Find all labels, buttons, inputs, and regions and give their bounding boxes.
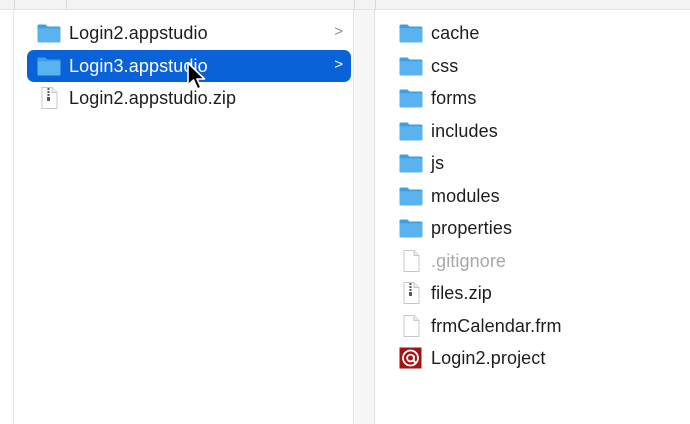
list-item[interactable]: forms > [396, 82, 690, 114]
folder-icon [36, 55, 62, 77]
item-label: properties [431, 217, 513, 238]
document-icon [398, 250, 424, 272]
zip-file-icon [398, 282, 424, 304]
list-item[interactable]: modules > [396, 180, 690, 212]
column-header-divider [375, 0, 376, 10]
document-icon [398, 315, 424, 337]
item-label: .gitignore [431, 250, 507, 271]
folder-icon [36, 22, 62, 44]
list-item[interactable]: .gitignore [396, 245, 690, 277]
item-label: Login2.appstudio.zip [69, 87, 237, 108]
browser-column-2[interactable]: cache > css > forms > includes > js > mo… [376, 10, 690, 424]
item-label: modules [431, 185, 500, 206]
item-label: frmCalendar.frm [431, 315, 562, 336]
list-item[interactable]: includes > [396, 115, 690, 147]
folder-icon [398, 217, 424, 239]
folder-icon [398, 55, 424, 77]
folder-icon [398, 120, 424, 142]
column-header-divider [354, 0, 355, 10]
list-item[interactable]: css > [396, 50, 690, 82]
zip-file-icon [36, 87, 62, 109]
list-item[interactable]: files.zip [396, 277, 690, 309]
column-header-divider [66, 0, 67, 10]
item-label: css [431, 55, 459, 76]
folder-icon [398, 87, 424, 109]
item-label: Login2.appstudio [69, 22, 208, 43]
folder-icon [398, 185, 424, 207]
list-item[interactable]: Login2.appstudio > [27, 17, 351, 49]
mouse-pointer-icon [187, 62, 206, 90]
list-item[interactable]: cache > [396, 17, 690, 49]
list-item[interactable]: js > [396, 147, 690, 179]
item-label: forms [431, 87, 477, 108]
column-resize-handle[interactable] [355, 10, 375, 424]
item-label: js [431, 152, 445, 173]
list-item[interactable]: properties > [396, 212, 690, 244]
previous-column-edge [0, 10, 14, 424]
column-header-divider [14, 0, 15, 10]
item-label: includes [431, 120, 498, 141]
item-label: Login2.project [431, 347, 546, 368]
list-item[interactable]: frmCalendar.frm [396, 310, 690, 342]
folder-icon [398, 152, 424, 174]
item-label: cache [431, 22, 480, 43]
list-item[interactable]: Login2.project [396, 342, 690, 374]
column-header-strip [0, 0, 690, 10]
appstudio-project-icon [398, 347, 424, 369]
chevron-right-icon: > [334, 23, 343, 40]
browser-column-1[interactable]: Login2.appstudio > Login3.appstudio > Lo… [15, 10, 354, 424]
item-label: files.zip [431, 282, 492, 303]
folder-icon [398, 22, 424, 44]
chevron-right-icon: > [334, 56, 343, 73]
